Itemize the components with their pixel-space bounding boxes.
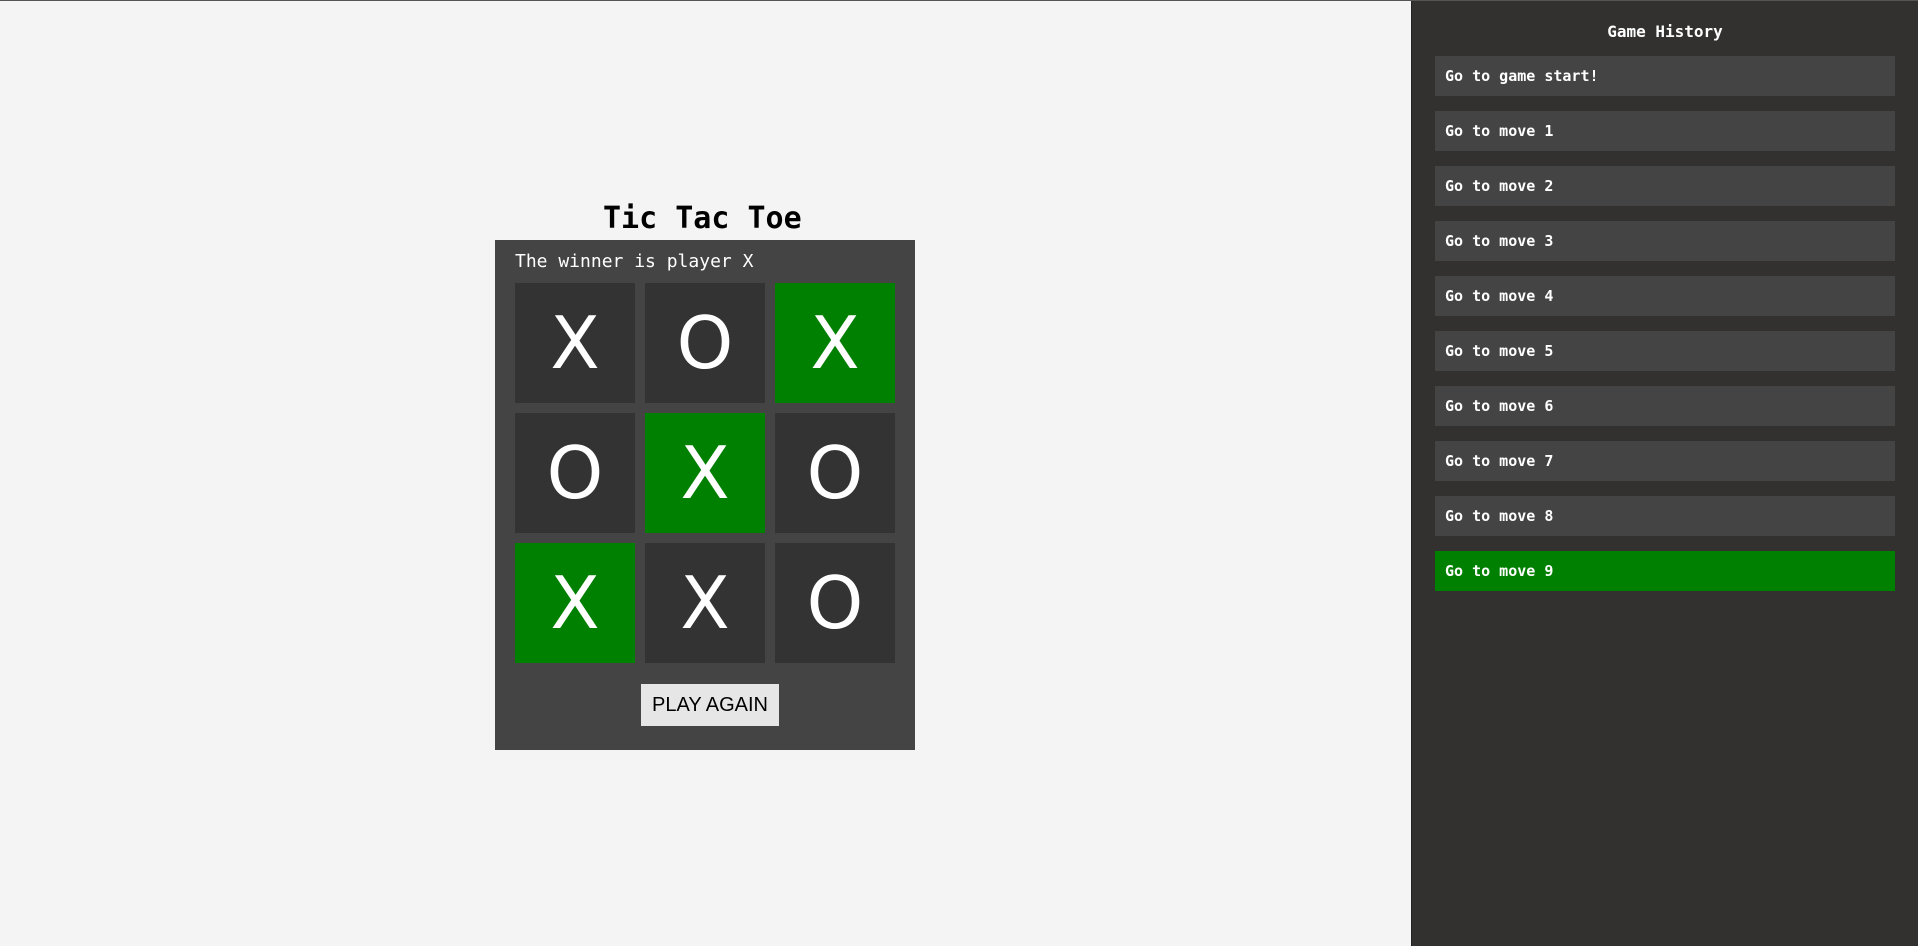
board-cell-3[interactable]: X [775, 283, 895, 403]
history-list: Go to game start! Go to move 1 Go to mov… [1435, 56, 1895, 606]
board-cell-7[interactable]: X [515, 543, 635, 663]
board-cell-1[interactable]: X [515, 283, 635, 403]
board-cell-2[interactable]: O [645, 283, 765, 403]
history-item-move-9[interactable]: Go to move 9 [1435, 551, 1895, 591]
page-title: Tic Tac Toe [603, 201, 802, 236]
board-cell-4[interactable]: O [515, 413, 635, 533]
board-panel: The winner is player X X O X O X O X X O… [495, 240, 915, 750]
board-cell-8[interactable]: X [645, 543, 765, 663]
history-item-move-4[interactable]: Go to move 4 [1435, 276, 1895, 316]
board-cell-6[interactable]: O [775, 413, 895, 533]
history-item-move-2[interactable]: Go to move 2 [1435, 166, 1895, 206]
play-again-button[interactable]: PLAY AGAIN [641, 684, 779, 726]
board-cell-9[interactable]: O [775, 543, 895, 663]
history-item-move-6[interactable]: Go to move 6 [1435, 386, 1895, 426]
history-item-move-5[interactable]: Go to move 5 [1435, 331, 1895, 371]
board-grid: X O X O X O X X O [515, 283, 895, 663]
game-status: The winner is player X [515, 251, 754, 272]
history-item-move-3[interactable]: Go to move 3 [1435, 221, 1895, 261]
board-cell-5[interactable]: X [645, 413, 765, 533]
history-sidebar: Game History Go to game start! Go to mov… [1411, 1, 1918, 946]
game-area: Tic Tac Toe The winner is player X X O X… [0, 1, 1411, 946]
history-item-start[interactable]: Go to game start! [1435, 56, 1895, 96]
history-item-move-8[interactable]: Go to move 8 [1435, 496, 1895, 536]
history-item-move-7[interactable]: Go to move 7 [1435, 441, 1895, 481]
history-title: Game History [1607, 22, 1723, 41]
history-item-move-1[interactable]: Go to move 1 [1435, 111, 1895, 151]
